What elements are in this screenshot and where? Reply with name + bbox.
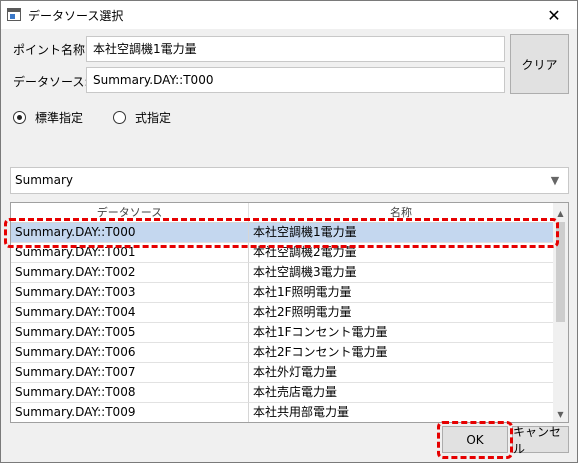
- cell-source: Summary.DAY::T009: [11, 403, 249, 422]
- scroll-up-icon[interactable]: ▲: [553, 206, 568, 221]
- vertical-scrollbar[interactable]: ▲ ▼: [553, 203, 568, 422]
- radio-formula-indicator[interactable]: [113, 111, 126, 124]
- data-source-table: データソース 名称 Summary.DAY::T000 本社空調機1電力量 Su…: [10, 202, 569, 423]
- point-name-field[interactable]: 本社空調機1電力量: [86, 36, 505, 62]
- title-bar: データソース選択 ✕: [1, 1, 577, 29]
- cell-source: Summary.DAY::T007: [11, 363, 249, 383]
- source-select[interactable]: Summary ▼: [10, 167, 569, 194]
- data-source-dialog: データソース選択 ✕ ポイント名称: 本社空調機1電力量 データソース: Sum…: [0, 0, 578, 463]
- cell-name: 本社売店電力量: [249, 383, 554, 403]
- window-icon: [7, 8, 21, 21]
- cell-name: 本社空調機1電力量: [249, 223, 554, 243]
- close-icon: ✕: [547, 5, 561, 25]
- cell-source: Summary.DAY::T002: [11, 263, 249, 283]
- table-row[interactable]: Summary.DAY::T002 本社空調機3電力量: [11, 263, 554, 283]
- data-source-field[interactable]: Summary.DAY::T000: [86, 67, 505, 93]
- table-row[interactable]: Summary.DAY::T006 本社2Fコンセント電力量: [11, 343, 554, 363]
- table-header: データソース 名称: [11, 203, 554, 223]
- column-header-source[interactable]: データソース: [11, 203, 249, 222]
- table-row[interactable]: Summary.DAY::T004 本社2F照明電力量: [11, 303, 554, 323]
- table-row[interactable]: Summary.DAY::T007 本社外灯電力量: [11, 363, 554, 383]
- cell-source: Summary.DAY::T000: [11, 223, 249, 243]
- table-row[interactable]: Summary.DAY::T008 本社売店電力量: [11, 383, 554, 403]
- ok-button[interactable]: OK: [442, 426, 508, 453]
- radio-standard-indicator[interactable]: [13, 111, 26, 124]
- radio-formula-label: 式指定: [135, 111, 172, 125]
- column-header-name[interactable]: 名称: [249, 203, 554, 222]
- radio-standard-label: 標準指定: [35, 111, 84, 125]
- cell-name: 本社空調機3電力量: [249, 263, 554, 283]
- cell-name: 本社外灯電力量: [249, 363, 554, 383]
- cell-source: Summary.DAY::T005: [11, 323, 249, 343]
- source-select-value: Summary: [15, 173, 73, 187]
- cell-source: Summary.DAY::T008: [11, 383, 249, 403]
- radio-formula[interactable]: 式指定: [113, 109, 171, 126]
- cell-name: 本社1F照明電力量: [249, 283, 554, 303]
- table-row[interactable]: Summary.DAY::T001 本社空調機2電力量: [11, 243, 554, 263]
- cell-source: Summary.DAY::T004: [11, 303, 249, 323]
- point-name-label: ポイント名称:: [13, 43, 90, 57]
- close-button[interactable]: ✕: [531, 1, 577, 29]
- scroll-thumb[interactable]: [556, 222, 565, 322]
- cell-source: Summary.DAY::T001: [11, 243, 249, 263]
- cancel-button[interactable]: キャンセル: [512, 425, 569, 456]
- table-row[interactable]: Summary.DAY::T000 本社空調機1電力量: [11, 223, 554, 243]
- chevron-down-icon[interactable]: ▼: [548, 174, 562, 188]
- table-row[interactable]: Summary.DAY::T009 本社共用部電力量: [11, 403, 554, 422]
- scroll-down-icon[interactable]: ▼: [553, 407, 568, 422]
- cell-source: Summary.DAY::T006: [11, 343, 249, 363]
- data-source-label: データソース:: [13, 75, 89, 89]
- cell-name: 本社共用部電力量: [249, 403, 554, 422]
- cell-name: 本社2F照明電力量: [249, 303, 554, 323]
- clear-button[interactable]: クリア: [510, 34, 569, 94]
- radio-standard[interactable]: 標準指定: [13, 109, 83, 126]
- table-row[interactable]: Summary.DAY::T003 本社1F照明電力量: [11, 283, 554, 303]
- cell-name: 本社1Fコンセント電力量: [249, 323, 554, 343]
- window-title: データソース選択: [28, 9, 124, 23]
- cell-name: 本社空調機2電力量: [249, 243, 554, 263]
- table-row[interactable]: Summary.DAY::T005 本社1Fコンセント電力量: [11, 323, 554, 343]
- cell-name: 本社2Fコンセント電力量: [249, 343, 554, 363]
- cell-source: Summary.DAY::T003: [11, 283, 249, 303]
